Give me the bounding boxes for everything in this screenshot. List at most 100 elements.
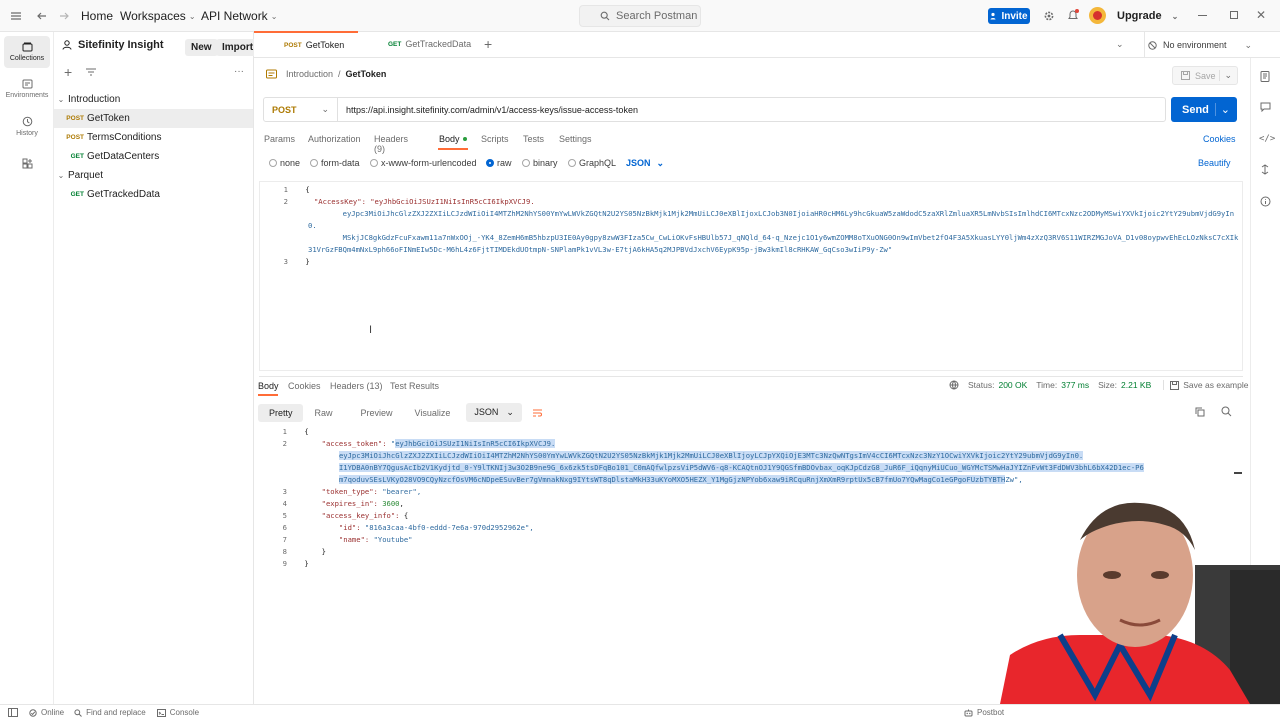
home-link[interactable]: Home <box>81 9 113 23</box>
url-input[interactable]: https://api.insight.sitefinity.com/admin… <box>338 105 638 115</box>
forward-arrow-icon[interactable] <box>58 10 70 22</box>
line-number: 9 <box>282 559 287 568</box>
response-format-select[interactable]: JSON ⌄ <box>466 403 522 422</box>
workspaces-menu[interactable]: Workspaces ⌄ <box>120 9 196 23</box>
online-status[interactable]: Online <box>29 708 64 717</box>
environment-selector[interactable]: No environment ⌄ <box>1144 32 1256 58</box>
tab-params[interactable]: Params <box>264 134 295 144</box>
request-line: MSkjJC8gkGdzFcuFxawm11a7nWxOOj_-YK4_8Zem… <box>308 233 1239 254</box>
active-tab-underline <box>258 394 278 396</box>
send-button[interactable]: Send ⌄ <box>1171 97 1237 122</box>
view-visualize[interactable]: Visualize <box>415 408 451 418</box>
documentation-icon[interactable] <box>1260 71 1270 82</box>
minimize-icon[interactable] <box>1198 15 1207 16</box>
cookies-link[interactable]: Cookies <box>1203 134 1236 144</box>
postbot-button[interactable]: Postbot <box>964 708 1004 717</box>
search-icon[interactable] <box>1221 406 1232 417</box>
maximize-icon[interactable] <box>1230 11 1238 19</box>
json-token: } <box>304 547 326 556</box>
tab-tests[interactable]: Tests <box>523 134 544 144</box>
find-replace-button[interactable]: Find and replace <box>74 708 146 717</box>
line-number: 6 <box>282 523 287 532</box>
code-snippet-icon[interactable]: </> <box>1259 134 1275 144</box>
request-item[interactable]: POST TermsConditions <box>54 128 253 147</box>
breadcrumb-parent[interactable]: Introduction <box>286 69 333 79</box>
beautify-link[interactable]: Beautify <box>1198 158 1231 168</box>
save-button[interactable]: Save ⌄ <box>1172 66 1238 85</box>
response-size[interactable]: 2.21 KB <box>1121 380 1151 390</box>
layout-toggle-icon[interactable] <box>8 708 18 717</box>
rail-collections[interactable]: Collections <box>4 36 50 68</box>
text-cursor-icon: I <box>369 324 373 336</box>
notifications-bell-icon[interactable] <box>1067 9 1079 22</box>
mode-binary[interactable]: binary <box>522 158 558 168</box>
request-line: 1 { <box>283 185 310 194</box>
avatar[interactable] <box>1089 7 1106 24</box>
tab-authorization[interactable]: Authorization <box>308 134 361 144</box>
back-arrow-icon[interactable] <box>36 10 48 22</box>
more-options-icon[interactable]: ··· <box>234 66 244 77</box>
invite-button[interactable]: Invite <box>988 8 1030 24</box>
response-time[interactable]: 377 ms <box>1061 380 1089 390</box>
request-item[interactable]: POST GetToken <box>54 109 253 128</box>
tab-gettoken[interactable]: POST GetToken <box>254 31 358 57</box>
tab-gettrackeddata[interactable]: GET GetTrackedData <box>358 31 478 57</box>
radio-icon <box>370 159 378 167</box>
json-token: "access_key_info": <box>304 511 404 520</box>
api-network-menu[interactable]: API Network ⌄ <box>201 9 277 23</box>
response-tab-cookies[interactable]: Cookies <box>288 381 321 391</box>
mode-raw[interactable]: raw <box>486 158 512 168</box>
json-token: Zw", <box>1005 475 1023 484</box>
menu-icon[interactable] <box>10 10 22 22</box>
mode-graphql[interactable]: GraphQL <box>568 158 616 168</box>
rail-apps[interactable] <box>4 147 50 179</box>
settings-gear-icon[interactable] <box>1043 10 1055 22</box>
request-item[interactable]: GET GetTrackedData <box>54 185 253 204</box>
folder-introduction[interactable]: ⌄ Introduction <box>54 90 253 109</box>
status-code[interactable]: 200 OK <box>998 380 1027 390</box>
view-preview[interactable]: Preview <box>361 408 393 418</box>
tab-body[interactable]: Body <box>439 134 467 144</box>
breadcrumb-current[interactable]: GetToken <box>346 69 387 79</box>
request-item[interactable]: GET GetDataCenters <box>54 147 253 166</box>
close-icon[interactable]: ✕ <box>1256 8 1266 22</box>
plus-icon[interactable]: + <box>64 64 72 80</box>
tabs-dropdown-icon[interactable]: ⌄ <box>1116 39 1124 50</box>
console-button[interactable]: Console <box>156 708 199 717</box>
response-tab-body[interactable]: Body <box>258 381 279 391</box>
radio-icon <box>522 159 530 167</box>
save-as-example-button[interactable]: Save as example <box>1163 380 1248 390</box>
wrap-lines-icon[interactable] <box>532 408 543 418</box>
tab-scripts[interactable]: Scripts <box>481 134 509 144</box>
chevron-down-icon: ⌄ <box>270 11 278 21</box>
folder-parquet[interactable]: ⌄ Parquet <box>54 166 253 185</box>
chevron-down-icon[interactable]: ⌄ <box>1172 12 1179 21</box>
related-collections-icon[interactable] <box>1260 164 1270 175</box>
rail-environments[interactable]: Environments <box>4 73 50 105</box>
mode-form-data[interactable]: form-data <box>310 158 360 168</box>
method-select[interactable]: POST ⌄ <box>264 98 338 121</box>
response-line: 2 "access_token": "eyJhbGciOiJSUzI1NiIsI… <box>269 438 556 450</box>
request-body-editor[interactable]: 1 { 2 "AccessKey": "eyJhbGciOiJSUzI1NiIs… <box>259 181 1243 371</box>
mode-none[interactable]: none <box>269 158 300 168</box>
mode-urlencoded[interactable]: x-www-form-urlencoded <box>370 158 477 168</box>
chevron-down-icon[interactable]: ⌄ <box>1214 103 1230 116</box>
copy-icon[interactable] <box>1195 407 1205 417</box>
chevron-down-icon[interactable]: ⌄ <box>1219 70 1232 81</box>
body-format-select[interactable]: JSON ⌄ <box>626 158 664 169</box>
response-tab-headers[interactable]: Headers (13) <box>330 381 383 391</box>
import-button[interactable]: Import <box>216 39 260 56</box>
filter-icon[interactable] <box>86 68 97 76</box>
response-tab-test-results[interactable]: Test Results <box>390 381 439 391</box>
new-tab-plus-icon[interactable]: + <box>478 31 498 57</box>
new-button[interactable]: New <box>185 39 218 56</box>
comments-icon[interactable] <box>1260 102 1271 112</box>
search-input[interactable]: Search Postman <box>579 5 701 27</box>
view-raw[interactable]: Raw <box>315 408 333 418</box>
info-icon[interactable] <box>1260 196 1271 207</box>
tab-settings[interactable]: Settings <box>559 134 592 144</box>
upgrade-button[interactable]: Upgrade ⌄ <box>1117 7 1183 25</box>
tab-headers[interactable]: Headers (9) <box>374 134 408 154</box>
rail-history[interactable]: History <box>4 110 50 142</box>
view-pretty[interactable]: Pretty <box>258 403 303 422</box>
